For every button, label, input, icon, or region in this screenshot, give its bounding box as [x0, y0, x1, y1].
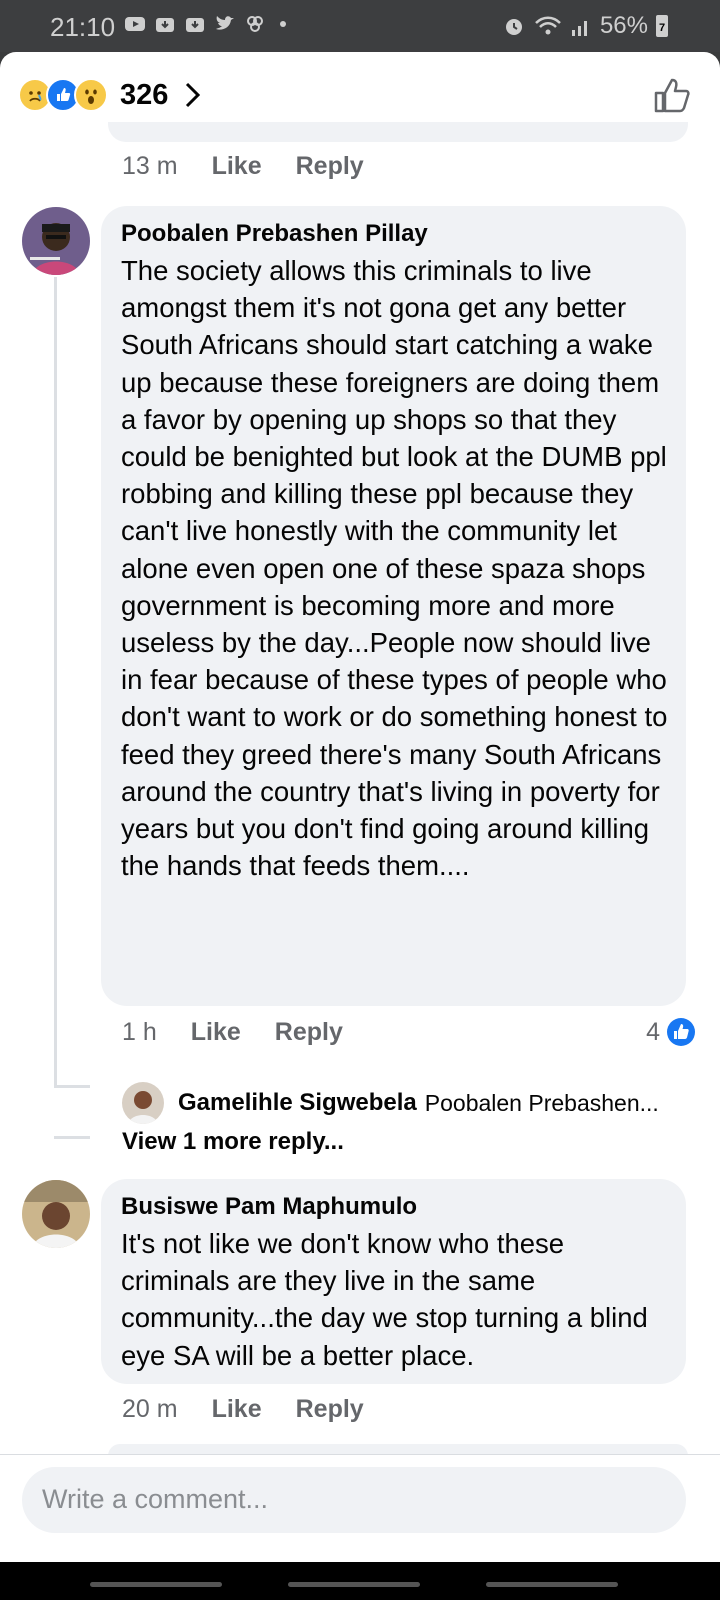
comment-bubble: Busiswe Pam Maphumulo It's not like we d… — [101, 1179, 686, 1384]
previous-comment-bubble — [108, 122, 688, 142]
comment-actions: 20 m Like Reply — [122, 1395, 364, 1424]
like-button[interactable]: Like — [191, 1018, 241, 1047]
comments-sheet: 326 13 m Like Reply Poobalen Prebashen P… — [0, 52, 720, 1562]
comment-time: 1 h — [122, 1018, 157, 1046]
thread-line — [54, 277, 57, 1087]
nav-handle[interactable] — [90, 1582, 222, 1587]
like-button[interactable]: Like — [212, 1395, 262, 1424]
comment-author[interactable]: Poobalen Prebashen Pillay — [121, 220, 428, 248]
reply-text: Poobalen Prebashen... — [424, 1089, 659, 1116]
twitter-icon — [216, 16, 234, 30]
reply-button[interactable]: Reply — [275, 1018, 343, 1047]
download-icon-2 — [186, 18, 204, 32]
like-button[interactable]: Like — [212, 152, 262, 181]
reaction-count: 326 — [120, 78, 169, 111]
comment-input[interactable]: Write a comment... — [22, 1467, 686, 1533]
comment-input-placeholder: Write a comment... — [42, 1484, 269, 1514]
status-bar: 21:10 56% 7 — [0, 0, 720, 52]
nav-handle[interactable] — [288, 1582, 420, 1587]
previous-comment-actions: 13 m Like Reply — [122, 152, 364, 181]
reply-author: Gamelihle Sigwebela — [178, 1089, 417, 1116]
more-notifications-dot — [280, 21, 286, 27]
battery-percent: 56% — [599, 12, 648, 39]
avatar[interactable] — [22, 1180, 90, 1248]
system-nav-bar — [0, 1562, 720, 1600]
chevron-right-icon — [186, 82, 201, 108]
wow-emoji-icon — [74, 78, 108, 112]
like-count-value: 4 — [646, 1017, 660, 1046]
profile-photo — [22, 1180, 90, 1248]
comment-text: It's not like we don't know who these cr… — [121, 1228, 648, 1371]
comment-time: 13 m — [122, 152, 178, 180]
view-more-replies-link[interactable]: View 1 more reply... — [122, 1128, 344, 1156]
comment-like-count[interactable]: 4 — [646, 1017, 696, 1047]
reply-preview[interactable]: Gamelihle Sigwebela Poobalen Prebashen..… — [122, 1082, 659, 1124]
like-post-icon[interactable] — [652, 76, 692, 116]
comment-time: 20 m — [122, 1395, 178, 1423]
app-icon — [247, 16, 263, 32]
comment-text: The society allows this criminals to liv… — [121, 255, 668, 882]
like-badge-icon — [667, 1018, 695, 1046]
avatar — [122, 1082, 164, 1124]
comment-author[interactable]: Busiswe Pam Maphumulo — [121, 1193, 417, 1221]
system-icons: 56% 7 — [502, 12, 668, 40]
comment-bubble: Poobalen Prebashen Pillay The society al… — [101, 206, 686, 1006]
profile-photo — [22, 207, 90, 275]
signal-icon — [571, 21, 587, 36]
alarm-icon — [505, 19, 522, 35]
nav-handle[interactable] — [486, 1582, 618, 1587]
avatar[interactable] — [22, 207, 90, 275]
thread-branch — [54, 1136, 90, 1139]
reply-button[interactable]: Reply — [296, 1395, 364, 1424]
comment-actions: 1 h Like Reply — [122, 1018, 343, 1047]
battery-icon: 7 — [656, 15, 668, 37]
reactions-summary[interactable]: 326 — [18, 78, 202, 112]
comment-composer: Write a comment... — [0, 1454, 720, 1562]
wifi-icon — [535, 16, 561, 35]
download-icon — [156, 18, 174, 32]
notification-icons — [124, 14, 286, 34]
reply-button[interactable]: Reply — [296, 152, 364, 181]
youtube-icon — [125, 17, 145, 31]
reactions-header: 326 — [0, 52, 720, 132]
status-time: 21:10 — [50, 12, 116, 42]
thread-branch — [54, 1085, 90, 1088]
